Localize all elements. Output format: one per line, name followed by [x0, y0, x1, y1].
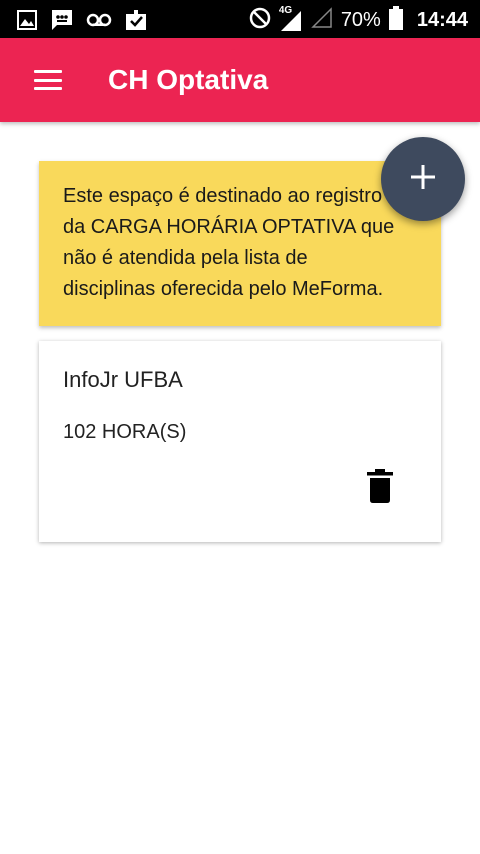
- add-button[interactable]: [381, 137, 465, 221]
- entry-hours: 102 HORA(S): [63, 421, 187, 443]
- network-type-label: 4G: [278, 4, 293, 16]
- menu-button[interactable]: [30, 64, 66, 96]
- clock: 14:44: [416, 9, 468, 31]
- checklist-icon: [124, 8, 148, 37]
- battery-percent: 70%: [340, 9, 381, 31]
- info-text: Este espaço é destinado ao registro da C…: [63, 185, 395, 300]
- notification-icons: [16, 8, 148, 37]
- delete-button[interactable]: [365, 468, 395, 504]
- system-indicators: 4G 70% 14:44: [249, 5, 468, 35]
- entry-title: InfoJr UFBA: [63, 367, 183, 392]
- voicemail-icon: [86, 10, 112, 35]
- sms-icon: [50, 8, 74, 37]
- app-bar: CH Optativa: [0, 38, 480, 122]
- hamburger-menu-icon: [34, 70, 62, 90]
- do-not-disturb-icon: [249, 7, 271, 34]
- plus-icon: [410, 164, 436, 195]
- image-icon: [16, 9, 38, 36]
- trash-icon: [365, 469, 395, 508]
- status-bar: 4G 70% 14:44: [0, 0, 480, 38]
- page-title: CH Optativa: [108, 64, 269, 95]
- signal-icon: 4G: [279, 5, 303, 33]
- battery-icon: [388, 6, 403, 35]
- signal-empty-icon: [311, 7, 333, 34]
- entry-card[interactable]: InfoJr UFBA 102 HORA(S): [39, 341, 441, 542]
